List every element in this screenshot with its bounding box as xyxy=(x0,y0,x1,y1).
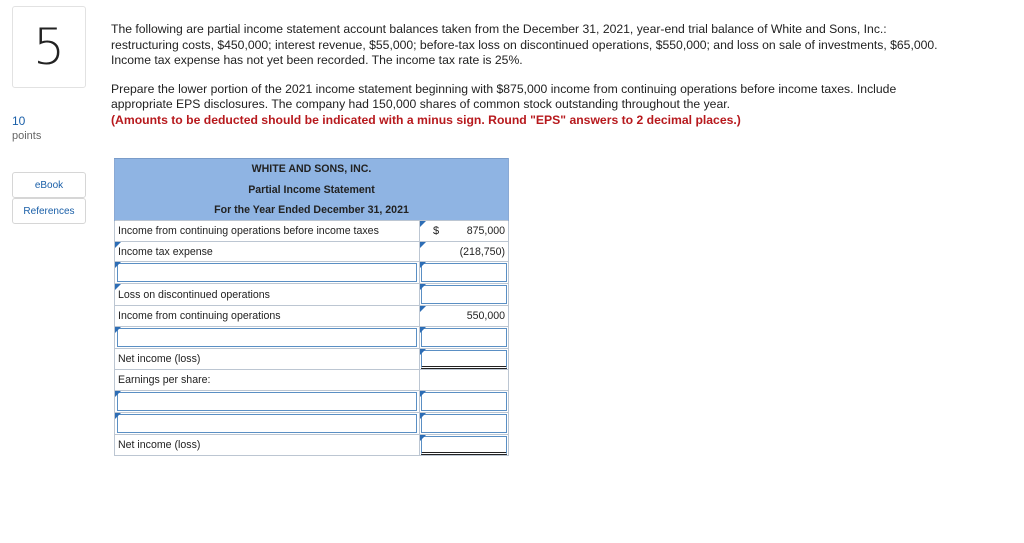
points-value: 10 xyxy=(12,114,26,128)
question-prompt: The following are partial income stateme… xyxy=(111,22,951,141)
input-marker-icon xyxy=(420,284,426,291)
amount-input-cell xyxy=(419,261,509,285)
dollar-cell: $ xyxy=(419,220,441,242)
table-row: Income from continuing operations 550,00… xyxy=(114,305,509,328)
dollar-sign: $ xyxy=(433,225,440,238)
input-marker-icon xyxy=(420,434,426,441)
row-label-input[interactable] xyxy=(117,263,417,283)
table-row xyxy=(114,261,509,285)
references-button[interactable]: References xyxy=(12,198,86,224)
input-marker-icon xyxy=(115,262,121,269)
row-amount-input[interactable]: 550,000 xyxy=(440,305,509,328)
table-row: Earnings per share: xyxy=(114,369,509,391)
row-amount-input[interactable] xyxy=(421,435,507,455)
dollar-cell xyxy=(419,305,441,328)
prompt-paragraph-2: Prepare the lower portion of the 2021 in… xyxy=(111,81,897,112)
table-row xyxy=(114,326,509,350)
row-amount-input[interactable] xyxy=(421,263,507,283)
row-amount-input[interactable] xyxy=(421,350,507,370)
points-info: 10 points xyxy=(12,114,41,144)
row-label-input[interactable]: Loss on discontinued operations xyxy=(118,289,270,301)
row-label-input-cell xyxy=(114,389,420,413)
row-amount-input[interactable]: (218,750) xyxy=(440,240,509,263)
amount-input-cell xyxy=(419,389,509,413)
input-marker-icon xyxy=(420,221,426,228)
input-marker-icon xyxy=(420,306,426,313)
empty-cell xyxy=(419,369,509,391)
row-amount-input[interactable] xyxy=(421,413,507,433)
amount-input-cell xyxy=(419,283,509,307)
input-marker-icon xyxy=(420,262,426,269)
row-label: Net income (loss) xyxy=(114,348,420,371)
table-row: Income from continuing operations before… xyxy=(114,220,509,242)
input-marker-icon xyxy=(420,327,426,334)
input-marker-icon xyxy=(115,327,121,334)
row-label-input-cell: Income tax expense xyxy=(114,240,420,263)
input-marker-icon xyxy=(420,390,426,397)
row-label-input[interactable]: Income from continuing operations xyxy=(118,310,281,322)
table-row: Loss on discontinued operations xyxy=(114,283,509,307)
input-marker-icon xyxy=(420,349,426,356)
row-label: Net income (loss) xyxy=(114,433,420,456)
row-label-input-cell: Loss on discontinued operations xyxy=(114,283,420,307)
row-label-input-cell xyxy=(114,326,420,350)
row-label-input-cell xyxy=(114,261,420,285)
input-marker-icon xyxy=(420,412,426,419)
row-label-input[interactable] xyxy=(117,391,417,411)
input-marker-icon xyxy=(115,241,121,248)
row-label-input[interactable] xyxy=(117,328,417,348)
input-marker-icon xyxy=(115,284,121,291)
table-row xyxy=(114,411,509,435)
input-marker-icon xyxy=(115,412,121,419)
amount-input-cell xyxy=(419,411,509,435)
points-label: points xyxy=(12,130,42,142)
table-row xyxy=(114,389,509,413)
table-row: Net income (loss) xyxy=(114,348,509,371)
input-marker-icon xyxy=(420,241,426,248)
input-marker-icon xyxy=(115,390,121,397)
amount-input-cell xyxy=(419,433,509,456)
prompt-instruction: (Amounts to be deducted should be indica… xyxy=(111,112,741,127)
company-name: WHITE AND SONS, INC. xyxy=(114,158,509,180)
row-label-input-cell: Income from continuing operations xyxy=(114,305,420,328)
prompt-paragraph-1: The following are partial income stateme… xyxy=(111,22,938,67)
row-amount-input[interactable] xyxy=(421,328,507,348)
row-label-input[interactable] xyxy=(117,413,417,433)
question-number: 5 xyxy=(12,6,86,88)
row-label: Income from continuing operations before… xyxy=(114,220,420,242)
amount-input-cell xyxy=(419,326,509,350)
statement-title: Partial Income Statement xyxy=(114,179,509,200)
row-amount-input[interactable] xyxy=(421,391,507,411)
ebook-button[interactable]: eBook xyxy=(12,172,86,198)
table-row: Net income (loss) xyxy=(114,433,509,456)
statement-period: For the Year Ended December 31, 2021 xyxy=(114,199,509,221)
amount-input-cell xyxy=(419,348,509,371)
row-label-input[interactable]: Income tax expense xyxy=(118,246,213,258)
table-row: Income tax expense (218,750) xyxy=(114,240,509,263)
row-amount: 875,000 xyxy=(440,220,509,242)
row-label: Earnings per share: xyxy=(114,369,420,391)
income-statement-table: WHITE AND SONS, INC. Partial Income Stat… xyxy=(114,158,509,456)
row-amount-input[interactable] xyxy=(421,285,507,305)
row-label-input-cell xyxy=(114,411,420,435)
dollar-cell xyxy=(419,240,441,263)
